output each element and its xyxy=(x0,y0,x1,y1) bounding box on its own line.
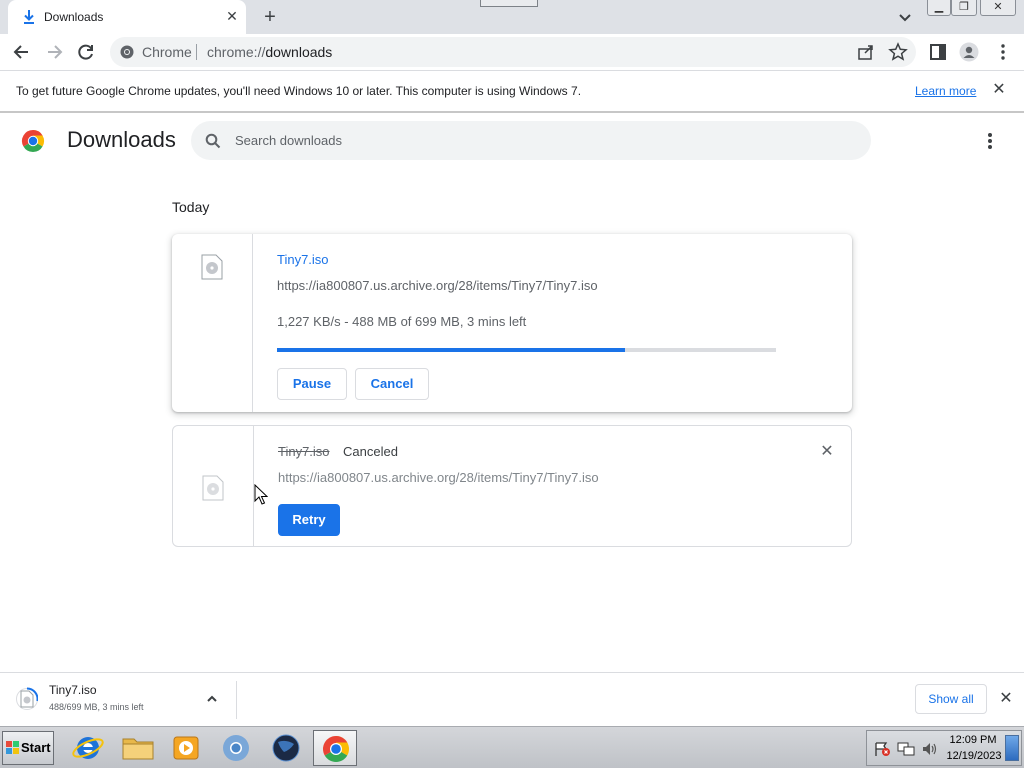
window-drag-handle[interactable] xyxy=(480,0,538,7)
page-title: Downloads xyxy=(67,127,176,152)
address-bar[interactable]: Chrome chrome://downloads xyxy=(110,37,916,67)
url-text[interactable]: chrome://downloads xyxy=(207,44,332,60)
profile-avatar-icon[interactable] xyxy=(959,42,979,62)
progress-status: 1,227 KB/s - 488 MB of 699 MB, 3 mins le… xyxy=(277,314,527,329)
chrome-logo-icon xyxy=(21,130,45,153)
file-icon-column xyxy=(172,234,253,412)
start-label: Start xyxy=(21,740,51,755)
reload-icon[interactable] xyxy=(76,42,96,62)
globe-icon[interactable] xyxy=(264,730,308,766)
forward-icon[interactable] xyxy=(44,42,64,62)
remove-from-list-button[interactable]: ✕ xyxy=(819,444,835,460)
internet-explorer-icon[interactable] xyxy=(66,730,110,766)
clock-date[interactable]: 12/19/2023 xyxy=(945,750,1003,762)
source-url[interactable]: https://ia800807.us.archive.org/28/items… xyxy=(278,470,599,485)
infobar-close-button[interactable]: ✕ xyxy=(991,82,1007,98)
learn-more-link[interactable]: Learn more xyxy=(915,84,976,98)
infobar-message: To get future Google Chrome updates, you… xyxy=(16,84,582,98)
folder-icon[interactable] xyxy=(116,730,160,766)
show-all-button[interactable]: Show all xyxy=(915,684,987,714)
download-shelf: Tiny7.iso 488/699 MB, 3 mins left Show a… xyxy=(0,672,1024,726)
download-item-in-progress: Tiny7.iso https://ia800807.us.archive.or… xyxy=(172,234,852,412)
share-icon[interactable] xyxy=(856,42,876,62)
site-label: Chrome xyxy=(142,44,192,60)
windows-taskbar: Start 12:09 PM 12/19/2023 xyxy=(0,726,1024,768)
chromium-icon[interactable] xyxy=(214,730,258,766)
download-icon xyxy=(24,10,34,24)
volume-icon[interactable] xyxy=(921,741,939,757)
minimize-button[interactable]: ▁ xyxy=(927,0,951,16)
action-center-flag-icon[interactable] xyxy=(873,741,891,757)
disc-image-file-icon xyxy=(202,475,224,501)
url-scheme: chrome:// xyxy=(207,44,266,60)
chrome-taskbar-button[interactable] xyxy=(313,730,357,766)
tab-strip: Downloads ✕ + ▁ ❐ ✕ xyxy=(0,0,1024,34)
tab-downloads[interactable]: Downloads ✕ xyxy=(8,0,246,34)
search-bar[interactable] xyxy=(191,121,871,160)
windows-flag-icon xyxy=(6,741,19,754)
tab-search-icon[interactable] xyxy=(896,8,914,26)
retry-button[interactable]: Retry xyxy=(278,504,340,536)
bookmark-star-icon[interactable] xyxy=(888,42,908,62)
browser-toolbar: Chrome chrome://downloads xyxy=(0,34,1024,71)
omnibox-separator xyxy=(196,44,197,60)
file-icon-column xyxy=(173,426,254,546)
side-panel-icon[interactable] xyxy=(928,42,948,62)
disc-image-file-icon[interactable] xyxy=(16,686,38,712)
cancel-button[interactable]: Cancel xyxy=(355,368,429,400)
downloads-more-menu-icon[interactable] xyxy=(983,130,997,152)
shelf-divider xyxy=(236,681,237,719)
tab-close-button[interactable]: ✕ xyxy=(224,8,240,24)
progress-bar-fill xyxy=(277,348,626,352)
url-path: downloads xyxy=(265,44,333,60)
date-section-header: Today xyxy=(172,199,210,215)
restore-button[interactable]: ❐ xyxy=(951,0,977,16)
download-progress-bar xyxy=(277,348,776,352)
clock-time[interactable]: 12:09 PM xyxy=(947,734,999,746)
chevron-up-icon[interactable] xyxy=(204,691,220,707)
pause-button[interactable]: Pause xyxy=(277,368,347,400)
start-button[interactable]: Start xyxy=(2,731,54,765)
browser-menu-icon[interactable] xyxy=(993,42,1013,62)
network-icon[interactable] xyxy=(897,741,915,757)
system-tray: 12:09 PM 12/19/2023 xyxy=(866,730,1022,766)
back-icon[interactable] xyxy=(12,42,32,62)
disc-image-file-icon xyxy=(201,254,223,280)
show-desktop-button[interactable] xyxy=(1005,735,1019,761)
shelf-close-button[interactable]: ✕ xyxy=(997,690,1015,708)
shelf-progress-status: 488/699 MB, 3 mins left xyxy=(49,702,144,712)
chrome-site-icon xyxy=(120,45,134,59)
update-infobar: To get future Google Chrome updates, you… xyxy=(0,71,1024,113)
search-icon[interactable] xyxy=(205,133,221,149)
window-close-button[interactable]: ✕ xyxy=(980,0,1016,16)
shelf-file-name[interactable]: Tiny7.iso xyxy=(49,683,97,697)
new-tab-button[interactable]: + xyxy=(259,6,281,28)
media-player-icon[interactable] xyxy=(164,730,208,766)
tab-title: Downloads xyxy=(44,10,104,24)
mouse-cursor-icon xyxy=(254,484,268,505)
chrome-icon xyxy=(322,736,350,763)
download-item-canceled: Tiny7.iso Canceled ✕ https://ia800807.us… xyxy=(172,425,852,547)
file-name: Tiny7.iso xyxy=(278,444,330,459)
status-badge: Canceled xyxy=(343,444,398,459)
search-input[interactable] xyxy=(235,129,835,151)
file-name-link[interactable]: Tiny7.iso xyxy=(277,252,329,267)
source-url[interactable]: https://ia800807.us.archive.org/28/items… xyxy=(277,278,598,293)
